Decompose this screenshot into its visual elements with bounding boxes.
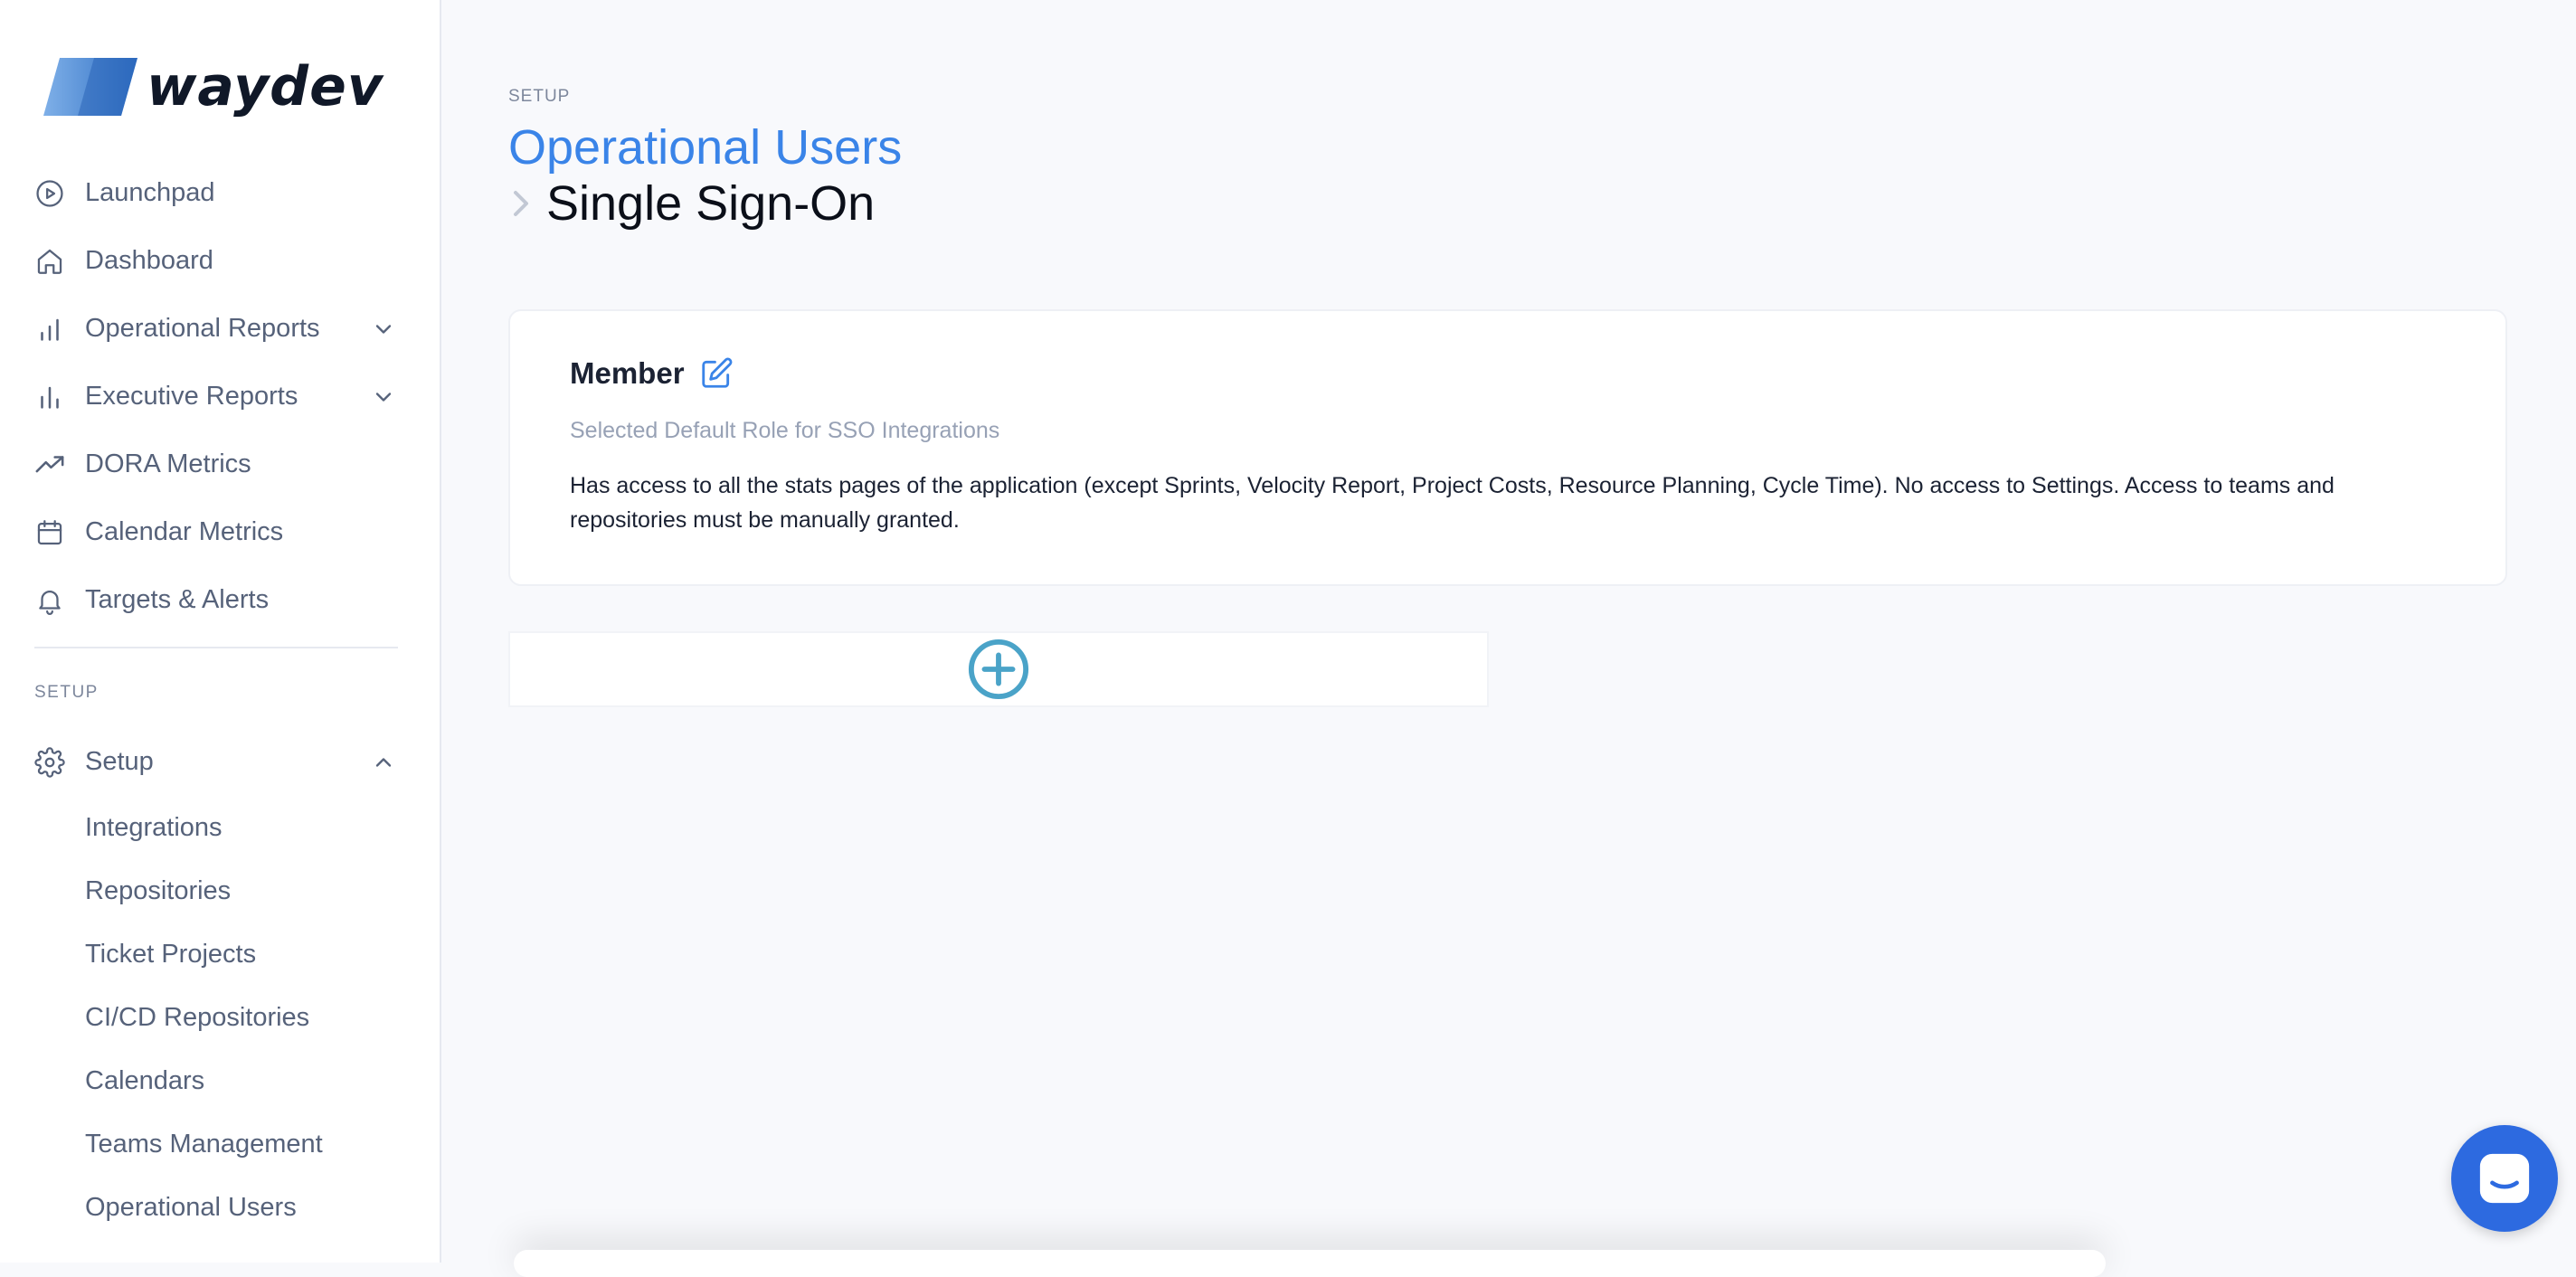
- bar-chart-icon: [41, 386, 59, 409]
- home-icon: [37, 249, 62, 274]
- page-title: Single Sign-On: [546, 176, 876, 231]
- logo-text: waydev: [147, 55, 384, 118]
- calendar-icon: [37, 519, 62, 544]
- nav-label: Calendar Metrics: [85, 517, 284, 546]
- chevron-down-icon[interactable]: [371, 317, 396, 342]
- page-kicker: SETUP: [508, 87, 571, 106]
- nav-item-executive-reports[interactable]: Executive Reports: [0, 363, 440, 430]
- nav-label: Operational Reports: [85, 314, 320, 343]
- breadcrumb-parent-link[interactable]: Operational Users: [508, 119, 902, 175]
- role-description: Has access to all the stats pages of the…: [570, 473, 2334, 533]
- sidebar-sub-item-teams-management[interactable]: Teams Management: [0, 1112, 440, 1176]
- main-content: SETUP Operational Users Single Sign-On M…: [441, 0, 2576, 1277]
- nav-label: Dashboard: [85, 246, 213, 275]
- play-circle-icon: [36, 179, 63, 207]
- breadcrumb-current: Single Sign-On: [508, 175, 875, 232]
- nav-item-launchpad[interactable]: Launchpad: [0, 159, 440, 227]
- nav-label: Launchpad: [85, 178, 215, 207]
- role-name: Member: [570, 356, 685, 390]
- bell-icon: [39, 590, 61, 615]
- role-header: Member: [570, 356, 734, 391]
- sidebar-sub-item-ticket-projects[interactable]: Ticket Projects: [0, 922, 440, 986]
- add-circle-icon[interactable]: [967, 638, 1030, 701]
- nav-label: Targets & Alerts: [85, 585, 270, 614]
- sidebar-sub-item-operational-users[interactable]: Operational Users: [0, 1176, 440, 1239]
- nav-item-dashboard[interactable]: Dashboard: [0, 227, 440, 295]
- chevron-up-icon[interactable]: [371, 750, 396, 775]
- chevron-right-icon: [514, 191, 528, 216]
- sidebar-sub-item-integrations[interactable]: Integrations: [0, 796, 440, 859]
- chevron-down-icon[interactable]: [371, 384, 396, 410]
- default-role-card: Member Selected Default Role for SSO Int…: [508, 309, 2507, 586]
- role-subtitle: Selected Default Role for SSO Integratio…: [570, 418, 1000, 443]
- sidebar-sub-item-calendars[interactable]: Calendars: [0, 1049, 440, 1112]
- sidebar-divider: [34, 647, 398, 648]
- chat-launcher-button[interactable]: [2451, 1125, 2558, 1232]
- waydev-logo[interactable]: waydev: [40, 54, 384, 119]
- waydev-logo-mark-icon: [43, 58, 137, 116]
- sidebar-sub-item-repositories[interactable]: Repositories: [0, 859, 440, 922]
- sidebar: waydev Launchpad Dashboard Operational R…: [0, 0, 441, 1263]
- gear-icon: [34, 746, 65, 778]
- nav-label: Setup: [85, 747, 154, 776]
- chat-icon: [2479, 1153, 2530, 1204]
- bottom-panel-edge: [514, 1250, 2106, 1277]
- nav-label: Executive Reports: [85, 382, 298, 411]
- edit-icon[interactable]: [699, 356, 734, 391]
- nav-item-operational-reports[interactable]: Operational Reports: [0, 295, 440, 363]
- nav-item-setup[interactable]: Setup: [0, 728, 440, 796]
- nav-label: DORA Metrics: [85, 449, 251, 478]
- add-role-panel: [508, 631, 1489, 707]
- nav-item-targets-alerts[interactable]: Targets & Alerts: [0, 566, 440, 634]
- sidebar-section-label: SETUP: [34, 683, 99, 702]
- nav-item-dora-metrics[interactable]: DORA Metrics: [0, 430, 440, 498]
- main-nav: Launchpad Dashboard Operational Reports …: [0, 159, 440, 1239]
- nav-item-calendar-metrics[interactable]: Calendar Metrics: [0, 498, 440, 566]
- bar-chart-icon: [41, 318, 59, 341]
- sidebar-sub-item-cicd-repositories[interactable]: CI/CD Repositories: [0, 986, 440, 1049]
- trending-up-icon: [35, 455, 64, 472]
